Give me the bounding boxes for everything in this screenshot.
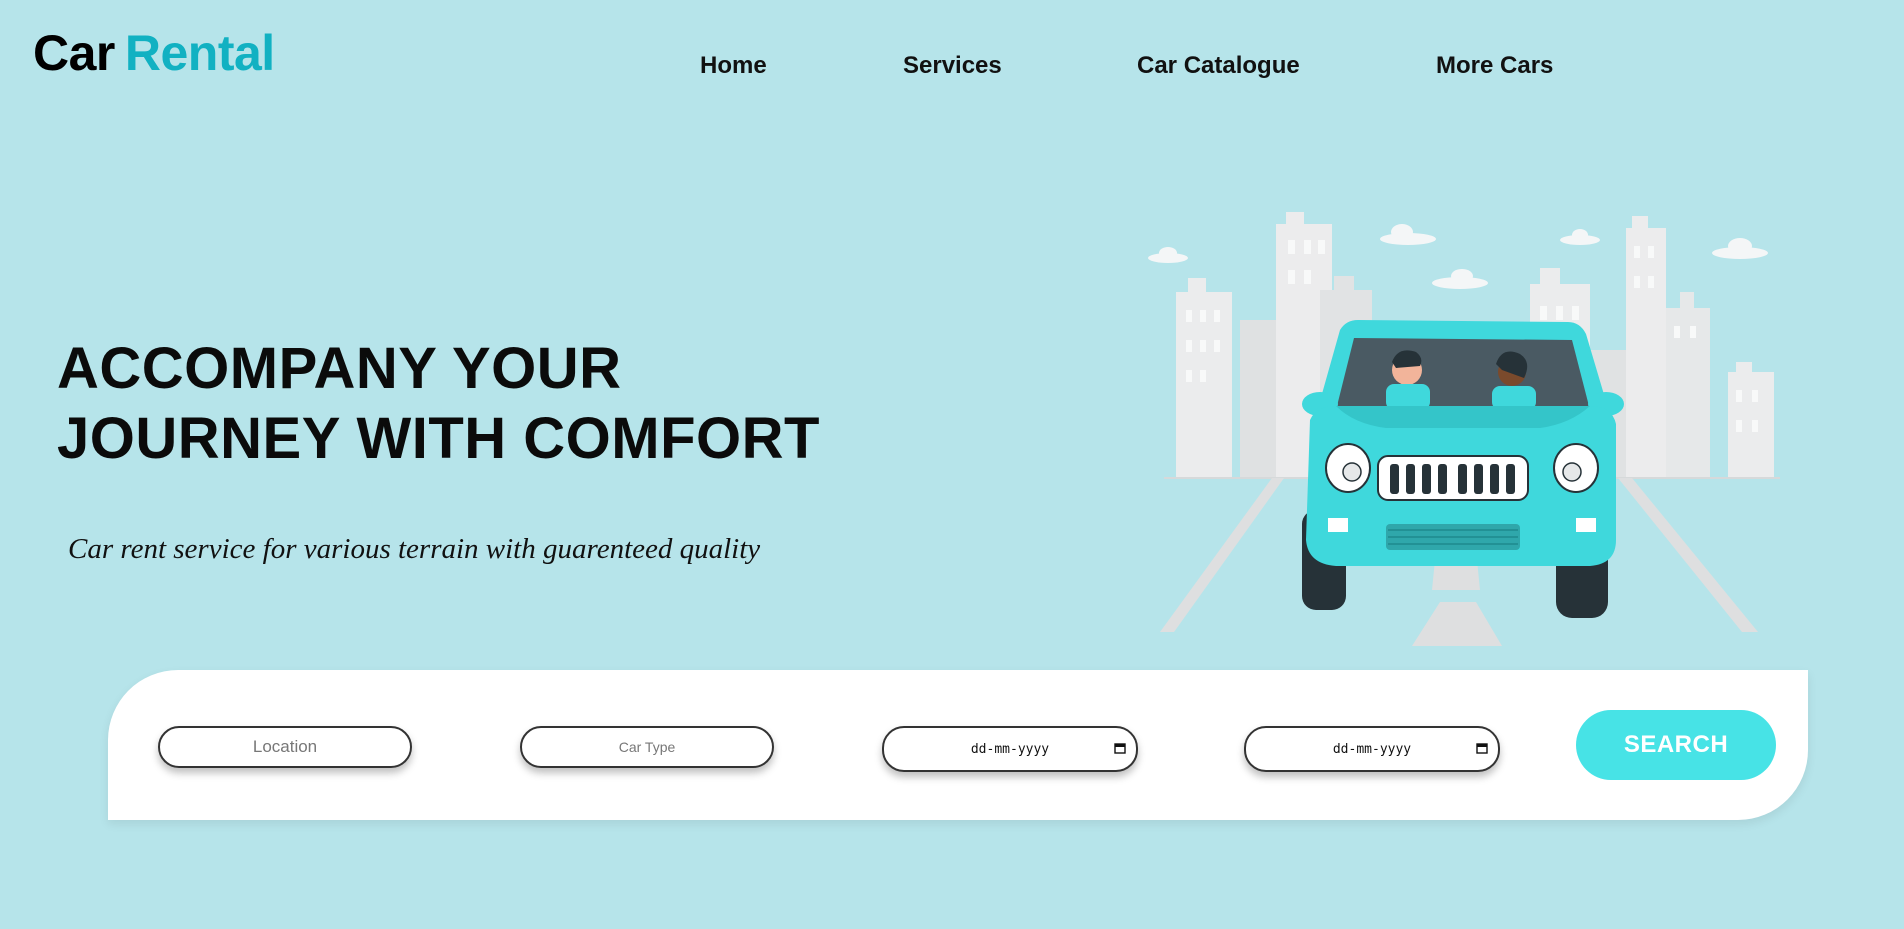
- clouds: [1148, 224, 1768, 289]
- nav-item-home[interactable]: Home: [700, 52, 767, 80]
- location-input[interactable]: [158, 726, 412, 768]
- hero-title: ACCOMPANY YOUR JOURNEY WITH COMFORT: [57, 334, 820, 474]
- nav-item-services[interactable]: Services: [903, 52, 1002, 80]
- hero-subtitle: Car rent service for various terrain wit…: [68, 533, 761, 565]
- search-panel: dd-mm-yyyy dd-mm-yyyy SEARCH: [108, 670, 1808, 820]
- main-nav: Home Services Car Catalogue More Cars: [0, 52, 1904, 86]
- car-city-illustration: [1148, 212, 1780, 646]
- return-date-input[interactable]: dd-mm-yyyy: [1244, 726, 1500, 772]
- pickup-date-input[interactable]: dd-mm-yyyy: [882, 726, 1138, 772]
- nav-item-more-cars[interactable]: More Cars: [1436, 52, 1553, 80]
- page: Car Rental Home Services Car Catalogue Mo…: [0, 0, 1904, 929]
- hero-title-line-2: JOURNEY WITH COMFORT: [57, 406, 820, 471]
- hero-title-line-1: ACCOMPANY YOUR: [57, 336, 622, 401]
- search-button[interactable]: SEARCH: [1576, 710, 1776, 780]
- pickup-date-placeholder: dd-mm-yyyy: [970, 741, 1050, 757]
- nav-item-car-catalogue[interactable]: Car Catalogue: [1137, 52, 1300, 80]
- return-date-placeholder: dd-mm-yyyy: [1332, 741, 1412, 757]
- car-type-input[interactable]: [520, 726, 774, 768]
- calendar-icon[interactable]: [1114, 742, 1126, 754]
- calendar-icon[interactable]: [1476, 742, 1488, 754]
